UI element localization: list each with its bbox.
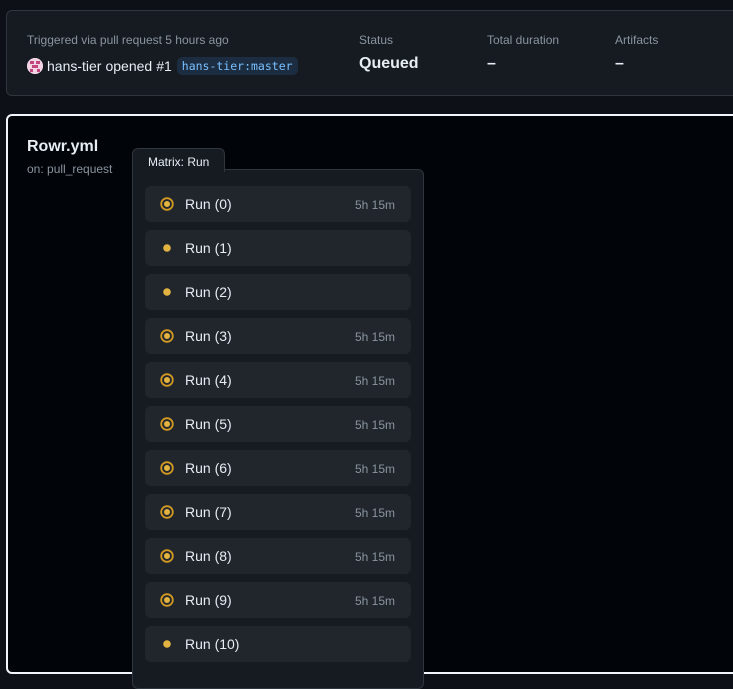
in-progress-icon [160,197,174,211]
job-label: Run (2) [185,284,232,300]
queued-dot-icon [160,637,174,651]
job-duration: 5h 15m [354,550,395,564]
job-item[interactable]: Run (3) 5h 15m [145,318,411,354]
job-item[interactable]: Run (2) [145,274,411,310]
in-progress-icon [160,549,174,563]
job-label: Run (5) [185,416,232,432]
matrix-label: Matrix: Run [132,148,225,172]
branch-label[interactable]: hans-tier:master [176,57,298,75]
job-duration: 5h 15m [354,594,395,608]
job-label: Run (1) [185,240,232,256]
job-label: Run (4) [185,372,232,388]
job-label: Run (9) [185,592,232,608]
pr-link[interactable]: #1 [156,58,172,74]
job-item[interactable]: Run (8) 5h 15m [145,538,411,574]
job-duration: 5h 15m [354,506,395,520]
job-duration: 5h 15m [354,374,395,388]
artifacts-value: – [615,55,624,72]
queued-dot-icon [160,241,174,255]
job-item[interactable]: Run (1) [145,230,411,266]
job-item[interactable]: Run (9) 5h 15m [145,582,411,618]
job-label: Run (10) [185,636,240,652]
actor-row: hans-tier opened #1 hans-tier:master [27,57,298,75]
in-progress-icon [160,461,174,475]
job-duration: 5h 15m [354,418,395,432]
job-label: Run (0) [185,196,232,212]
identicon-icon [27,58,43,74]
queued-dot-icon [160,285,174,299]
in-progress-icon [160,417,174,431]
job-label: Run (7) [185,504,232,520]
duration-label: Total duration [487,33,560,47]
in-progress-icon [160,505,174,519]
job-item[interactable]: Run (5) 5h 15m [145,406,411,442]
trigger-text: Triggered via pull request 5 hours ago [27,33,229,47]
job-label: Run (6) [185,460,232,476]
workflow-trigger: on: pull_request [27,162,113,176]
duration-stat: Total duration – [487,33,559,73]
avatar[interactable] [27,58,43,74]
actor-name[interactable]: hans-tier [47,58,101,74]
status-label: Status [359,33,394,47]
workflow-name: Rowr.yml [27,138,99,155]
job-item[interactable]: Run (0) 5h 15m [145,186,411,222]
status-value: Queued [359,55,419,72]
artifacts-label: Artifacts [615,33,659,47]
job-label: Run (8) [185,548,232,564]
duration-value: – [487,55,496,72]
job-duration: 5h 15m [354,198,395,212]
in-progress-icon [160,593,174,607]
status-stat: Status Queued [359,33,419,73]
run-summary: Triggered via pull request 5 hours ago h… [6,10,733,96]
opened-text: opened [105,58,153,74]
in-progress-icon [160,329,174,343]
job-item[interactable]: Run (10) [145,626,411,662]
artifacts-stat: Artifacts – [615,33,658,73]
job-item[interactable]: Run (7) 5h 15m [145,494,411,530]
in-progress-icon [160,373,174,387]
matrix-group: Run (0) 5h 15m Run (1) Run (2) Run (3) 5h 15m… [132,169,424,689]
job-label: Run (3) [185,328,232,344]
workflow-graph: Rowr.yml on: pull_request Matrix: Run Ru… [6,114,733,689]
job-item[interactable]: Run (4) 5h 15m [145,362,411,398]
job-duration: 5h 15m [354,462,395,476]
job-item[interactable]: Run (6) 5h 15m [145,450,411,486]
job-duration: 5h 15m [354,330,395,344]
